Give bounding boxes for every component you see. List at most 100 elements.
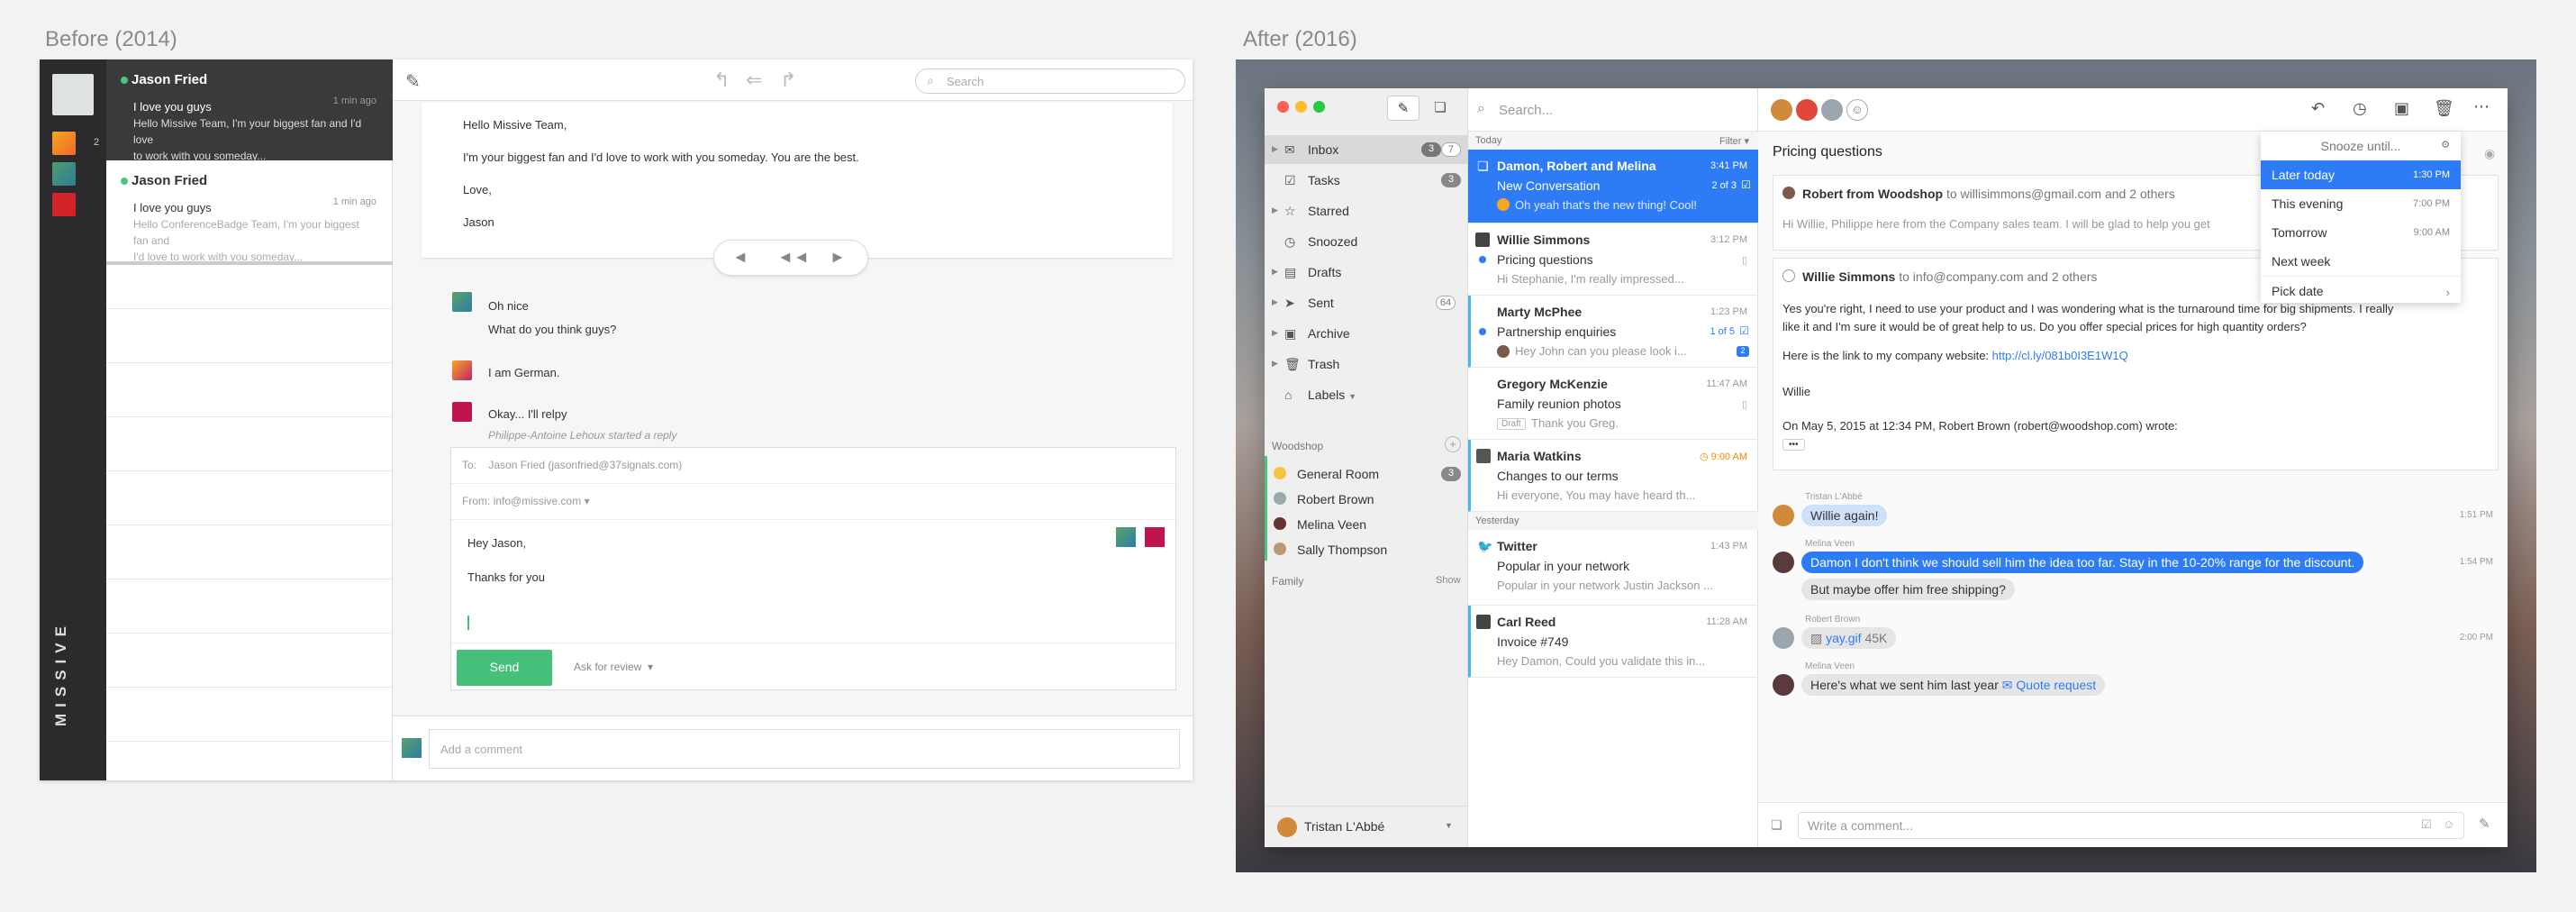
- list-item[interactable]: Marty McPhee Partnership enquiries Hey J…: [1468, 296, 1758, 368]
- sidebar-item-snoozed[interactable]: ◷ Snoozed: [1265, 227, 1468, 256]
- attach-icon[interactable]: ✎: [2479, 816, 2490, 832]
- after-desktop: ✎ ❏ ▶ ✉ Inbox 3 7 ☑ Tasks 3 ▶ ☆ Starred ◷ Snoo…: [1236, 59, 2536, 872]
- expand-icon[interactable]: ▶: [1272, 267, 1278, 277]
- list-item[interactable]: ❏ Damon, Robert and Melina New Conversat…: [1468, 150, 1758, 223]
- preview: Hello Missive Team, I'm your biggest fan…: [133, 117, 362, 162]
- search-input[interactable]: ⌕ Search: [915, 68, 1185, 94]
- account-orange[interactable]: [52, 132, 76, 155]
- avatar: [1782, 187, 1795, 199]
- from-field[interactable]: From: info@missive.com ▾: [451, 484, 1175, 520]
- compose-icon[interactable]: ✎: [1387, 96, 1420, 121]
- list-item[interactable]: Jason Fried 1 min ago I love you guys He…: [106, 59, 393, 162]
- before-title: Before (2014): [45, 27, 177, 51]
- avatar[interactable]: [1771, 99, 1792, 121]
- send-button[interactable]: Send: [457, 650, 552, 686]
- reply-icon[interactable]: ↶: [2311, 99, 2325, 118]
- reply-actions: ◄ ◄◄ ►: [713, 240, 868, 276]
- archive-icon[interactable]: ▣: [2394, 99, 2409, 118]
- snooze-later-today[interactable]: Later today 1:30 PM: [2261, 160, 2461, 189]
- snooze-clock-icon[interactable]: ◷: [2353, 99, 2367, 118]
- sidebar-item-drafts[interactable]: ▶ ▤ Drafts: [1265, 258, 1468, 287]
- chat-icon[interactable]: ❏: [1425, 96, 1456, 121]
- minimize-window-button[interactable]: [1295, 101, 1307, 113]
- forward-icon[interactable]: ►: [830, 248, 846, 267]
- sidebar-item-labels[interactable]: ⌂ Labels ▼: [1265, 380, 1468, 409]
- add-person-icon[interactable]: ☺: [1846, 99, 1868, 121]
- more-icon[interactable]: ⋯: [2473, 97, 2490, 116]
- ask-for-review-button[interactable]: Ask for review ▾: [574, 661, 653, 673]
- show-family-button[interactable]: Show: [1436, 575, 1461, 586]
- count-badge: 3: [1421, 142, 1441, 157]
- list-item[interactable]: Gregory McKenzie Family reunion photos D…: [1468, 368, 1758, 440]
- reply-all-icon[interactable]: ◄◄: [777, 248, 810, 267]
- search-input[interactable]: ⌕ Search...: [1468, 88, 1758, 132]
- body-line[interactable]: Thanks for you: [467, 570, 545, 584]
- sidebar-item-trash[interactable]: ▶ 🗑 Trash: [1265, 350, 1468, 378]
- account-red[interactable]: [52, 193, 76, 216]
- list-item[interactable]: Carl Reed Invoice #749 Hey Damon, Could …: [1468, 606, 1758, 678]
- expand-icon[interactable]: ▶: [1272, 205, 1278, 215]
- email-body: Yes you're right, I need to use your pro…: [1782, 302, 2394, 333]
- snooze-tomorrow[interactable]: Tomorrow 9:00 AM: [2261, 218, 2461, 247]
- conversation-toolbar: ☺ ↶ ◷ ▣ 🗑 ⋯: [1758, 88, 2508, 132]
- expand-icon[interactable]: ▶: [1272, 144, 1278, 154]
- archive-icon: ▣: [1284, 326, 1297, 341]
- to-field[interactable]: To: Jason Fried (jasonfried@37signals.co…: [451, 448, 1175, 484]
- chat-message: Here's what we sent him last year ✉ Quot…: [1801, 674, 2106, 696]
- eye-icon[interactable]: ◉: [2484, 146, 2495, 161]
- emoji-icon[interactable]: ☺: [2443, 817, 2454, 831]
- comment-text: I am German.: [488, 366, 560, 379]
- compose-icon[interactable]: ✎: [405, 70, 421, 93]
- avatar[interactable]: [1796, 99, 1818, 121]
- expand-icon[interactable]: ▶: [1272, 328, 1278, 338]
- reply-composer: To: Jason Fried (jasonfried@37signals.co…: [450, 447, 1176, 690]
- clock-icon: ◷: [1699, 451, 1709, 462]
- trash-icon[interactable]: 🗑: [2434, 99, 2454, 118]
- snooze-this-evening[interactable]: This evening 7:00 PM: [2261, 189, 2461, 218]
- list-item[interactable]: Maria Watkins Changes to our terms Hi ev…: [1468, 440, 1758, 512]
- reply-icon[interactable]: ↰: [713, 68, 730, 92]
- email-signature: Willie: [1782, 385, 1811, 398]
- account-avatar[interactable]: [52, 74, 94, 115]
- close-window-button[interactable]: [1277, 101, 1289, 113]
- sidebar-item-tasks[interactable]: ☑ Tasks 3: [1265, 166, 1468, 195]
- zoom-window-button[interactable]: [1313, 101, 1325, 113]
- filter-button[interactable]: Filter ▾: [1719, 135, 1749, 147]
- sidebar-item-archive[interactable]: ▶ ▣ Archive: [1265, 319, 1468, 348]
- expand-icon[interactable]: ▶: [1272, 297, 1278, 307]
- snooze-pick-date[interactable]: Pick date ›: [2261, 276, 2461, 305]
- avatar: [1773, 552, 1794, 573]
- snooze-next-week[interactable]: Next week: [2261, 247, 2461, 276]
- list-item[interactable]: Willie Simmons Pricing questions Hi Step…: [1468, 223, 1758, 296]
- avatar: [1497, 345, 1510, 358]
- room-sally-thompson[interactable]: Sally Thompson: [1265, 535, 1468, 564]
- avatar: [1475, 233, 1490, 247]
- comment-input[interactable]: Add a comment: [429, 729, 1180, 769]
- count-badge: 7: [1441, 142, 1461, 157]
- reply-all-icon[interactable]: ⇐: [746, 68, 762, 92]
- user-name: Tristan L'Abbé: [1304, 819, 1385, 834]
- account-green[interactable]: [52, 162, 76, 186]
- inbox-icon: ✉: [1284, 142, 1295, 157]
- forward-icon[interactable]: ↱: [780, 68, 796, 92]
- task-check-icon[interactable]: ☑: [2421, 817, 2432, 832]
- list-item[interactable]: 🐦 Twitter Popular in your network Popula…: [1468, 530, 1758, 606]
- show-quoted-button[interactable]: •••: [1782, 439, 1805, 451]
- avatar: [402, 738, 422, 758]
- email-closing: Love,: [463, 183, 492, 196]
- avatar[interactable]: [1821, 99, 1843, 121]
- website-link[interactable]: http://cl.ly/081b0I3E1W1Q: [1992, 349, 2128, 362]
- user-menu[interactable]: Tristan L'Abbé ▼: [1265, 806, 1468, 847]
- list-item[interactable]: Jason Fried 1 min ago I love you guys He…: [106, 160, 393, 263]
- after-title: After (2016): [1243, 27, 1357, 51]
- sidebar-item-sent[interactable]: ▶ ➤ Sent 64: [1265, 288, 1468, 317]
- expand-icon[interactable]: ▶: [1272, 359, 1278, 369]
- reply-icon[interactable]: ◄: [732, 248, 748, 267]
- sidebar-item-starred[interactable]: ▶ ☆ Starred: [1265, 196, 1468, 225]
- add-room-icon[interactable]: +: [1445, 436, 1461, 452]
- chat-attachment[interactable]: ▨ yay.gif 45K: [1801, 627, 1897, 649]
- typing-indicator: Philippe-Antoine Lehoux started a reply: [488, 429, 677, 442]
- quote-request-link[interactable]: Quote request: [2016, 678, 2096, 692]
- comment-input[interactable]: Write a comment...: [1798, 812, 2464, 839]
- sidebar-item-inbox[interactable]: ▶ ✉ Inbox 3 7: [1265, 135, 1468, 164]
